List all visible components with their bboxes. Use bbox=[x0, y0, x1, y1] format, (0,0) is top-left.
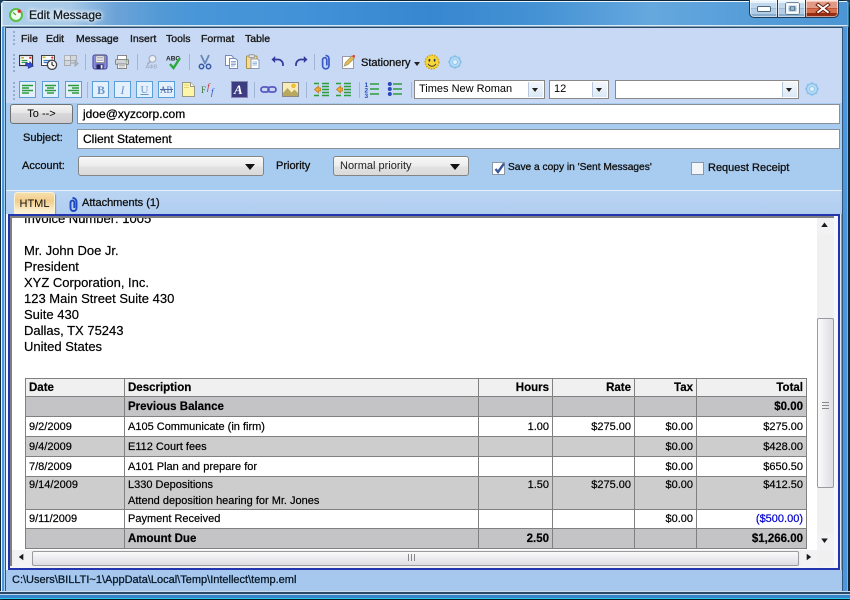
svg-text:B: B bbox=[97, 83, 105, 97]
svg-text:AΦB: AΦB bbox=[146, 65, 158, 71]
svg-text:3: 3 bbox=[365, 93, 369, 98]
svg-text:F: F bbox=[201, 85, 206, 95]
svg-text:A: A bbox=[233, 82, 243, 97]
svg-text:f: f bbox=[211, 87, 215, 97]
